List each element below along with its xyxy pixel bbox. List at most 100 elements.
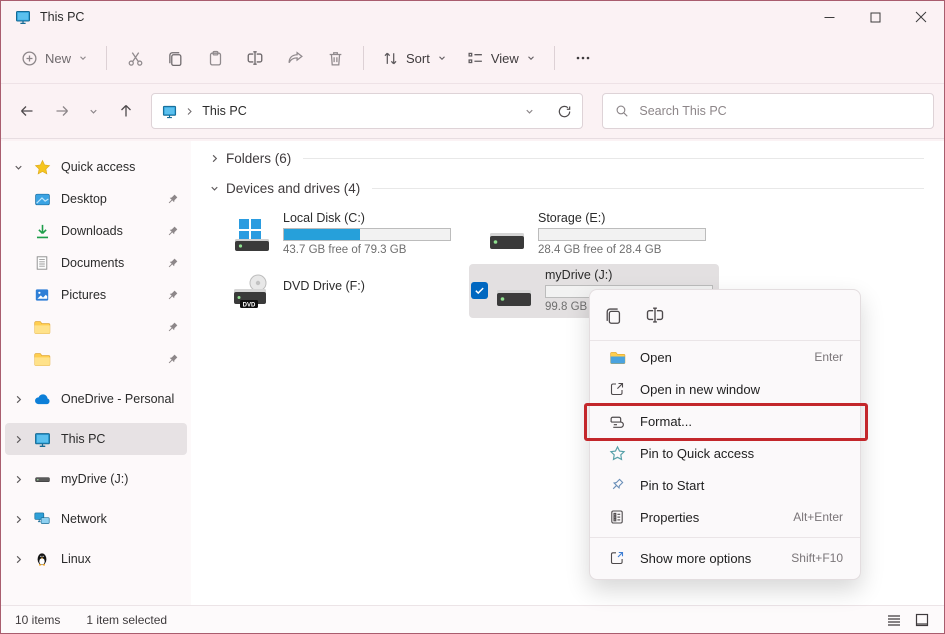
view-list-icon <box>467 50 484 67</box>
sidebar-item-folder[interactable] <box>5 311 187 343</box>
delete-button[interactable] <box>315 41 355 75</box>
copy-icon[interactable] <box>604 306 623 325</box>
menu-item-open-in-new-window[interactable]: Open in new window <box>594 373 856 405</box>
search-box[interactable] <box>602 93 934 129</box>
section-devices-and-drives[interactable]: Devices and drives (4) <box>209 181 924 196</box>
sidebar-item-label: Quick access <box>61 160 135 174</box>
selection-checkbox[interactable] <box>471 282 488 299</box>
chevron-down-icon <box>437 53 447 63</box>
menu-item-label: Open <box>640 350 672 365</box>
sidebar-item-quick-access[interactable]: Quick access <box>5 151 187 183</box>
menu-item-label: Format... <box>640 414 692 429</box>
network-icon <box>31 510 53 528</box>
view-button[interactable]: View <box>457 44 546 73</box>
rename-button[interactable] <box>235 41 275 75</box>
menu-item-shortcut: Alt+Enter <box>793 510 843 524</box>
large-icons-view-icon[interactable] <box>914 612 930 628</box>
downloads-icon <box>31 223 53 240</box>
pin-icon <box>161 193 183 206</box>
breadcrumb[interactable]: This PC <box>202 104 246 118</box>
sidebar-item-desktop[interactable]: Desktop <box>5 183 187 215</box>
pin-icon <box>161 289 183 302</box>
rename-icon[interactable] <box>645 305 665 325</box>
sidebar-item-label: myDrive (J:) <box>61 472 128 486</box>
star-outline-icon <box>607 445 627 462</box>
address-bar[interactable]: This PC <box>151 93 583 129</box>
maximize-button[interactable] <box>852 1 898 33</box>
menu-item-shortcut: Enter <box>814 350 843 364</box>
up-button[interactable] <box>110 95 142 127</box>
cut-button[interactable] <box>115 41 155 75</box>
breadcrumb-chevron-icon <box>185 107 194 116</box>
this-pc-icon <box>31 431 53 448</box>
close-button[interactable] <box>898 1 944 33</box>
section-folders[interactable]: Folders (6) <box>209 151 924 166</box>
sidebar-item-downloads[interactable]: Downloads <box>5 215 187 247</box>
copy-button[interactable] <box>155 41 195 75</box>
context-menu-quick-actions <box>590 290 860 340</box>
chevron-right-icon[interactable] <box>5 474 31 485</box>
titlebar: This PC <box>1 1 944 33</box>
menu-item-open[interactable]: Open Enter <box>594 341 856 373</box>
pin-icon <box>161 353 183 366</box>
chevron-right-icon[interactable] <box>209 153 220 164</box>
chevron-right-icon[interactable] <box>5 434 31 445</box>
chevron-down-icon[interactable] <box>5 162 31 173</box>
sidebar-item-network[interactable]: Network <box>5 503 187 535</box>
drive-name: Storage (E:) <box>538 211 720 225</box>
sidebar-item-label: Network <box>61 512 107 526</box>
chevron-right-icon[interactable] <box>5 394 31 405</box>
section-rule <box>303 158 924 159</box>
view-button-label: View <box>491 51 519 66</box>
menu-item-pin-to-quick-access[interactable]: Pin to Quick access <box>594 437 856 469</box>
recent-locations-button[interactable] <box>82 95 106 127</box>
sidebar-item-documents[interactable]: Documents <box>5 247 187 279</box>
sidebar-item-folder[interactable] <box>5 343 187 375</box>
forward-button[interactable] <box>47 95 79 127</box>
more-options-button[interactable] <box>563 41 603 75</box>
sort-button[interactable]: Sort <box>372 44 457 73</box>
new-button[interactable]: New <box>11 44 98 73</box>
navigation-bar: This PC <box>1 84 944 139</box>
chevron-down-icon[interactable] <box>209 183 220 194</box>
sidebar-item-label: This PC <box>61 432 105 446</box>
pin-icon <box>161 321 183 334</box>
hard-drive-icon <box>493 266 535 316</box>
drive-name: myDrive (J:) <box>545 268 715 282</box>
pin-icon <box>161 257 183 270</box>
drive-usage-bar <box>283 228 451 241</box>
chevron-right-icon[interactable] <box>5 554 31 565</box>
back-button[interactable] <box>11 95 43 127</box>
menu-item-properties[interactable]: Properties Alt+Enter <box>594 501 856 533</box>
sidebar-item-linux[interactable]: Linux <box>5 543 187 575</box>
chevron-right-icon[interactable] <box>5 514 31 525</box>
drive-tile-local-disk-c[interactable]: Local Disk (C:) 43.7 GB free of 79.3 GB <box>227 207 469 261</box>
paste-button[interactable] <box>195 41 235 75</box>
address-dropdown-icon[interactable] <box>524 106 535 117</box>
drive-tile-storage-e[interactable]: Storage (E:) 28.4 GB free of 28.4 GB <box>482 207 724 261</box>
drive-tile-dvd-f[interactable]: DVD DVD Drive (F:) <box>227 265 469 319</box>
minimize-button[interactable] <box>806 1 852 33</box>
sidebar-item-pictures[interactable]: Pictures <box>5 279 187 311</box>
sidebar-item-mydrive[interactable]: myDrive (J:) <box>5 463 187 495</box>
context-menu: Open Enter Open in new window Format... … <box>589 289 861 580</box>
linux-penguin-icon <box>31 551 53 567</box>
menu-item-format[interactable]: Format... <box>594 405 856 437</box>
menu-item-label: Pin to Quick access <box>640 446 754 461</box>
status-bar: 10 items 1 item selected <box>1 605 944 633</box>
drive-usage-bar <box>538 228 706 241</box>
sidebar-item-onedrive[interactable]: OneDrive - Personal <box>5 383 187 415</box>
menu-item-pin-to-start[interactable]: Pin to Start <box>594 469 856 501</box>
share-button[interactable] <box>275 41 315 75</box>
hard-drive-icon <box>486 209 528 259</box>
sidebar-item-this-pc[interactable]: This PC <box>5 423 187 455</box>
dvd-drive-icon: DVD <box>231 267 273 317</box>
refresh-icon[interactable] <box>557 104 572 119</box>
plus-circle-icon <box>21 50 38 67</box>
menu-item-shortcut: Shift+F10 <box>791 551 843 565</box>
menu-item-show-more-options[interactable]: Show more options Shift+F10 <box>594 542 856 574</box>
details-view-icon[interactable] <box>886 612 902 628</box>
toolbar-separator <box>554 46 555 70</box>
search-input[interactable] <box>639 104 921 118</box>
drive-name: Local Disk (C:) <box>283 211 465 225</box>
